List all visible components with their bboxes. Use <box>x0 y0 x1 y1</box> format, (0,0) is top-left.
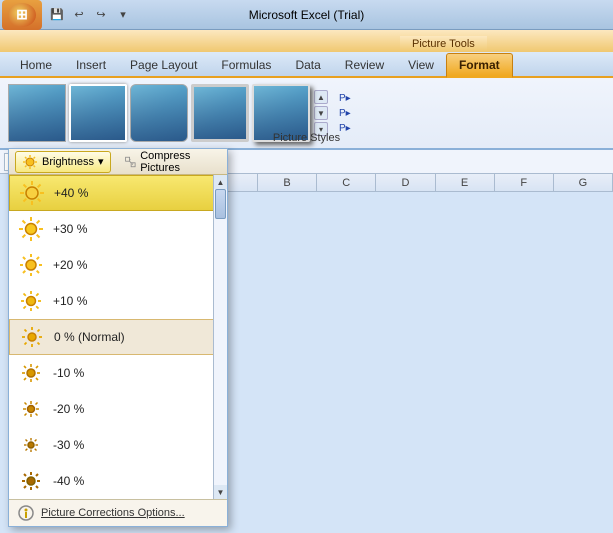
ribbon-scroll-buttons: ▲ ▼ ▾ <box>314 90 328 136</box>
brightness-scrollbar[interactable]: ▲ ▼ <box>213 175 227 499</box>
brightness-button[interactable]: Brightness ▾ <box>15 151 111 173</box>
brightness-item-minus40[interactable]: -40 % <box>9 463 227 499</box>
brightness-header: Brightness ▾ Compress Pictures <box>9 149 227 175</box>
col-header-f: F <box>495 174 554 191</box>
brightness-sun-icon-30 <box>17 215 45 243</box>
brightness-list: ▲ ▼ +40 % <box>9 175 227 499</box>
corrections-options-icon <box>17 504 35 522</box>
col-header-d: D <box>376 174 435 191</box>
compress-btn-label: Compress Pictures <box>140 150 214 174</box>
office-logo: ⊞ <box>8 3 36 27</box>
brightness-dropdown: Brightness ▾ Compress Pictures ▲ ▼ <box>8 148 228 527</box>
app-title: Microsoft Excel (Trial) <box>249 8 365 22</box>
quick-access-toolbar: 💾 ↩ ↪ ▾ <box>48 6 132 24</box>
brightness-sun-icon-minus40 <box>17 467 45 495</box>
corrections-footer[interactable]: Picture Corrections Options... <box>9 499 227 526</box>
brightness-sun-icon-10 <box>17 287 45 315</box>
brightness-value-30: +30 % <box>53 222 87 236</box>
scroll-up-arrow[interactable]: ▲ <box>214 175 227 189</box>
col-header-e: E <box>436 174 495 191</box>
col-header-b: B <box>258 174 317 191</box>
compress-pictures-button[interactable]: Compress Pictures <box>117 147 221 177</box>
ribbon-content: ▲ ▼ ▾ P▸ P▸ P▸ Picture Styles <box>0 78 613 150</box>
office-button[interactable]: ⊞ <box>2 0 42 30</box>
brightness-value-40: +40 % <box>54 186 88 200</box>
brightness-sun-icon-minus20 <box>17 395 45 423</box>
brightness-value-minus20: -20 % <box>53 402 84 416</box>
picture-style-2[interactable] <box>69 84 127 142</box>
title-bar: ⊞ 💾 ↩ ↪ ▾ Microsoft Excel (Trial) <box>0 0 613 30</box>
title-bar-left: ⊞ 💾 ↩ ↪ ▾ <box>0 0 132 29</box>
brightness-value-20: +20 % <box>53 258 87 272</box>
corner-cell <box>228 174 258 191</box>
picture-styles-section-label: Picture Styles <box>273 132 340 144</box>
brightness-item-40[interactable]: +40 % <box>9 175 227 211</box>
save-icon[interactable]: 💾 <box>48 6 66 24</box>
brightness-btn-label: Brightness <box>42 156 94 168</box>
brightness-sun-icon-minus10 <box>17 359 45 387</box>
tab-view[interactable]: View <box>396 54 446 76</box>
brightness-sun-icon-20 <box>17 251 45 279</box>
brightness-item-30[interactable]: +30 % <box>9 211 227 247</box>
scroll-track <box>214 189 227 485</box>
ribbon-right-buttons: P▸ P▸ P▸ <box>336 92 354 135</box>
tab-format[interactable]: Format <box>446 53 513 78</box>
scroll-down-icon[interactable]: ▼ <box>314 106 328 120</box>
brightness-value-minus40: -40 % <box>53 474 84 488</box>
corrections-options-label: Picture Corrections Options... <box>41 507 185 519</box>
brightness-value-10: +10 % <box>53 294 87 308</box>
brightness-sun-icon-normal <box>18 323 46 351</box>
brightness-value-minus30: -30 % <box>53 438 84 452</box>
brightness-sun-icon-40 <box>18 179 46 207</box>
picture-effects-button[interactable]: P▸ <box>336 107 354 120</box>
tab-page-layout[interactable]: Page Layout <box>118 54 209 76</box>
tab-review[interactable]: Review <box>333 54 396 76</box>
brightness-sun-icon-minus30 <box>17 431 45 459</box>
picture-style-3[interactable] <box>130 84 188 142</box>
dropdown-icon[interactable]: ▾ <box>114 6 132 24</box>
tab-formulas[interactable]: Formulas <box>209 54 283 76</box>
compress-icon <box>124 154 137 170</box>
picture-border-button[interactable]: P▸ <box>336 92 354 105</box>
scroll-up-icon[interactable]: ▲ <box>314 90 328 104</box>
tab-insert[interactable]: Insert <box>64 54 118 76</box>
ribbon-tabs: Home Insert Page Layout Formulas Data Re… <box>0 52 613 78</box>
brightness-item-normal[interactable]: 0 % (Normal) <box>9 319 227 355</box>
tab-home[interactable]: Home <box>8 54 64 76</box>
brightness-item-20[interactable]: +20 % <box>9 247 227 283</box>
brightness-item-10[interactable]: +10 % <box>9 283 227 319</box>
brightness-value-normal: 0 % (Normal) <box>54 330 125 344</box>
brightness-dropdown-arrow: ▾ <box>98 155 104 168</box>
col-header-c: C <box>317 174 376 191</box>
brightness-value-minus10: -10 % <box>53 366 84 380</box>
picture-style-4[interactable] <box>191 84 249 142</box>
brightness-item-minus20[interactable]: -20 % <box>9 391 227 427</box>
picture-style-1[interactable] <box>8 84 66 142</box>
undo-icon[interactable]: ↩ <box>70 6 88 24</box>
picture-styles-group <box>8 84 310 142</box>
picture-tools-label: Picture Tools <box>400 36 487 52</box>
tab-data[interactable]: Data <box>283 54 332 76</box>
redo-icon[interactable]: ↪ <box>92 6 110 24</box>
picture-tools-bar: Picture Tools <box>0 30 613 52</box>
brightness-item-minus30[interactable]: -30 % <box>9 427 227 463</box>
sun-small-icon <box>22 154 38 170</box>
scroll-thumb[interactable] <box>215 189 226 219</box>
scroll-down-arrow[interactable]: ▼ <box>214 485 227 499</box>
col-header-g: G <box>554 174 613 191</box>
brightness-item-minus10[interactable]: -10 % <box>9 355 227 391</box>
column-headers: B C D E F G <box>228 174 613 192</box>
